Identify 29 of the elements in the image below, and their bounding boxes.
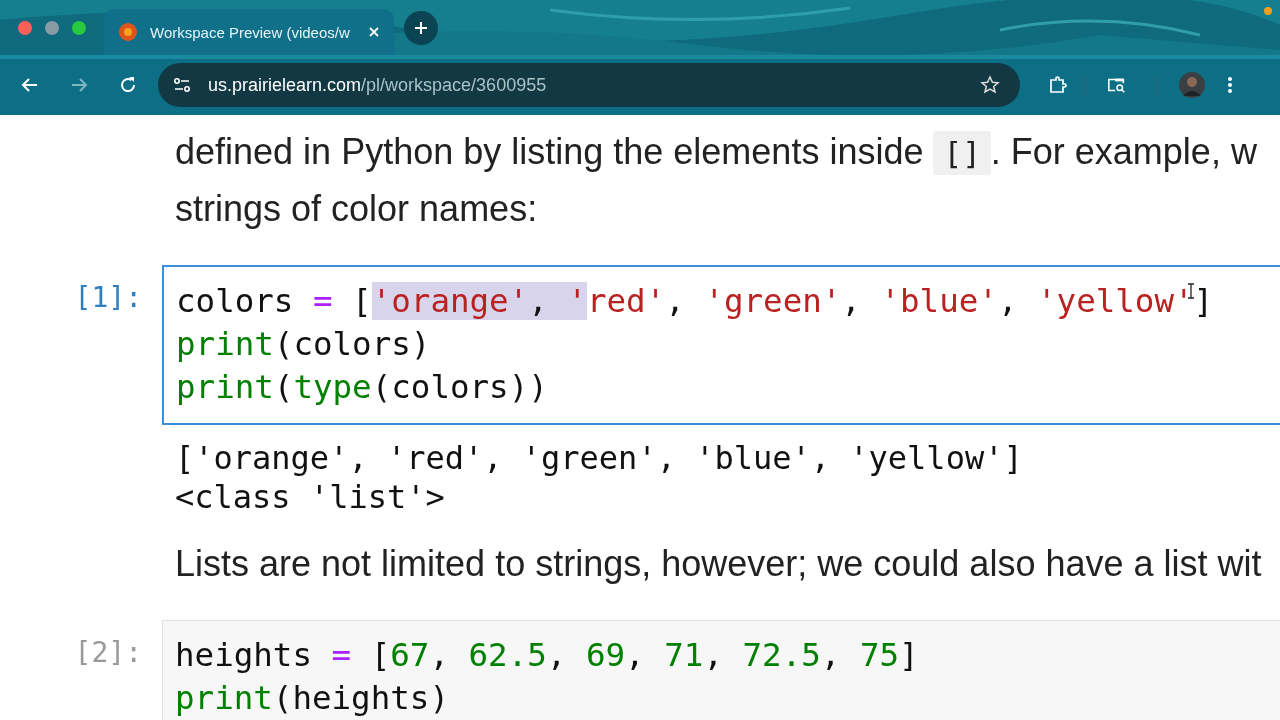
cell-prompt: [2]:	[73, 635, 143, 669]
code-line: print(colors)	[176, 324, 432, 365]
code-line: print(heights)	[175, 678, 450, 719]
code-line: colors = ['orange', 'red', 'green', 'blue', 'yellow']	[176, 281, 1215, 322]
paragraph-text: defined in Python by listing the elements inside	[175, 131, 925, 172]
inline-code: []	[933, 131, 991, 175]
address-bar[interactable]: us.prairielearn.com/pl/workspace/3600955	[158, 63, 1020, 107]
code-line: heights = [67, 62.5, 69, 71, 72.5, 75]	[175, 635, 920, 676]
output-text: <class 'list'>	[175, 478, 446, 517]
reload-icon[interactable]	[118, 75, 138, 95]
bookmark-star-icon[interactable]	[980, 75, 1000, 95]
site-settings-icon[interactable]	[172, 75, 192, 95]
flower-icon	[118, 22, 138, 42]
menu-icon[interactable]	[1227, 75, 1233, 95]
paragraph-text: Lists are not limited to strings, however; we could also have a list wit	[175, 543, 1262, 584]
paragraph-text: . For example, w	[990, 131, 1257, 172]
code-editor[interactable]: heights = [67, 62.5, 69, 71, 72.5, 75] print(heights)	[162, 620, 1280, 720]
puzzle-icon[interactable]	[1048, 75, 1068, 95]
paragraph-text: strings of color names:	[175, 188, 538, 229]
code-line: print(type(colors))	[176, 367, 549, 408]
cell-prompt: [1]:	[73, 280, 143, 314]
notification-dot	[1264, 7, 1272, 15]
output-text: ['orange', 'red', 'green', 'blue', 'yellow']	[175, 439, 1024, 478]
plus-icon	[413, 19, 429, 36]
text-cursor-icon	[1187, 283, 1195, 299]
avatar-icon[interactable]	[1179, 72, 1205, 98]
browser-tab[interactable]: Workspace Preview (videos/w	[104, 9, 394, 55]
code-editor[interactable]: colors = ['orange', 'red', 'green', 'blue', 'yellow'] print(colors) print(type(colors))	[162, 265, 1280, 425]
close-icon[interactable]	[368, 26, 380, 38]
